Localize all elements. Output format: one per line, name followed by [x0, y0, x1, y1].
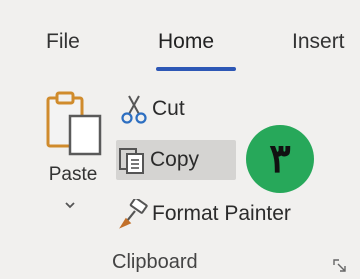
copy-icon: [119, 148, 144, 174]
active-tab-indicator: [156, 67, 236, 71]
ribbon-tab-bar: File Home Insert: [0, 0, 360, 80]
step-number-badge: ۳: [246, 125, 314, 193]
tab-insert[interactable]: Insert: [292, 30, 345, 54]
cut-button[interactable]: Cut: [118, 92, 185, 126]
clipboard-group-label: Clipboard: [112, 251, 198, 273]
copy-button[interactable]: Copy: [116, 140, 236, 180]
scissors-icon: [121, 95, 147, 124]
copy-label: Copy: [150, 148, 200, 171]
clipboard-paste-icon: [46, 91, 102, 156]
paste-button[interactable]: Paste: [38, 88, 108, 238]
chevron-down-icon[interactable]: [60, 200, 80, 212]
paintbrush-icon: [119, 199, 148, 229]
format-painter-button[interactable]: Format Painter: [118, 197, 291, 231]
dialog-launcher-icon[interactable]: [332, 258, 348, 274]
tab-home[interactable]: Home: [158, 30, 214, 54]
tab-file[interactable]: File: [46, 30, 80, 54]
paste-label: Paste: [48, 164, 98, 185]
cut-label: Cut: [152, 97, 185, 120]
format-painter-label: Format Painter: [152, 202, 291, 225]
